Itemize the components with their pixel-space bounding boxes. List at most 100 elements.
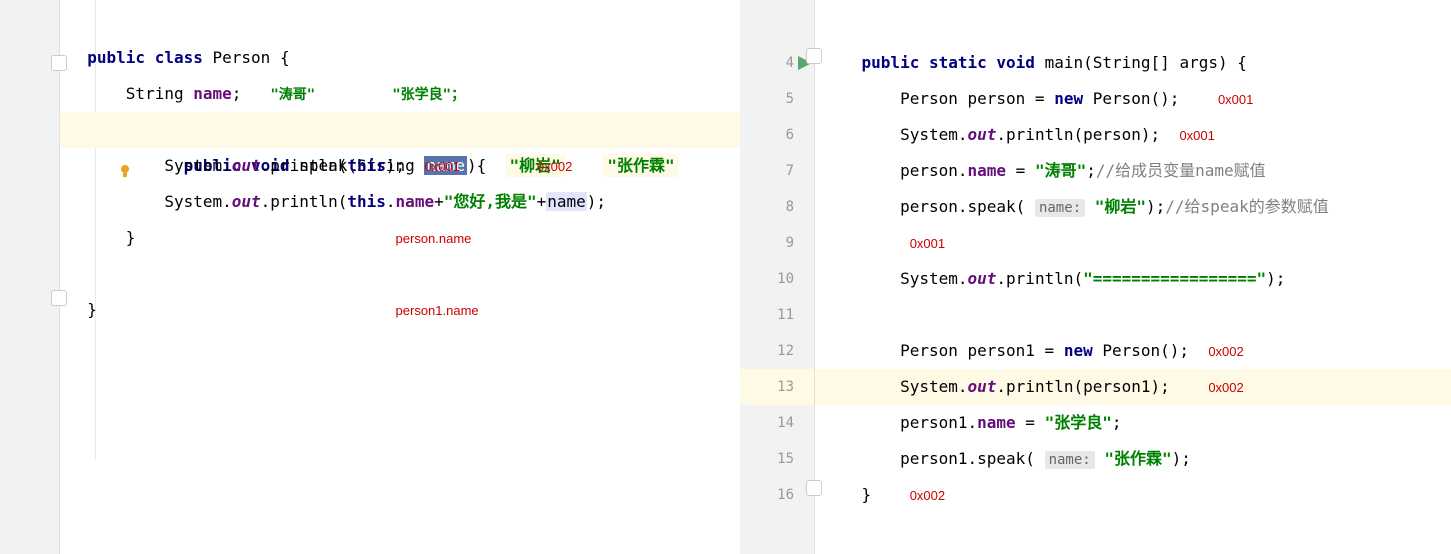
param-hint: name: [1035,199,1085,217]
println-call: .println(person1); [996,377,1169,396]
string-zhangzuolin: "张作霖" [1104,449,1171,468]
code-line[interactable] [815,297,1451,333]
comment-2: //给speak的参数赋值 [1165,197,1328,216]
person-decl: Person person = [900,89,1054,108]
paren-semi: ); [1146,197,1165,216]
line-number-5: 5 [740,81,814,117]
close-brace: } [862,485,872,504]
plus-op: + [537,192,547,211]
line-number-8: 8 [740,189,814,225]
code-line[interactable]: System.out.println(person); 0x001 [815,117,1451,153]
system-text: System. [164,192,231,211]
param-hint: name: [1045,451,1095,469]
addr-annotation: 0x001 [910,236,945,251]
code-line[interactable]: String name; "涛哥" "张学良"； [60,76,740,112]
addr-annotation: 0x002 [1208,380,1243,395]
code-line[interactable]: person.speak( name: "柳岩");//给speak的参数赋值 [815,189,1451,225]
speak-call: person1.speak( [900,449,1035,468]
code-line[interactable]: System.out.println(this); 0x001 0x002 [60,148,740,184]
println-text: .println( [261,156,348,175]
class-name: Person { [213,48,290,67]
code-line[interactable]: Person person1 = new Person(); 0x002 [815,333,1451,369]
code-line[interactable]: } 0x002 [815,477,1451,513]
code-line[interactable]: System.out.println(this.name+"您好,我是"+nam… [60,184,740,220]
addr-annotation: 0x001 [424,159,459,174]
param-usage: name [546,192,587,211]
code-line[interactable]: Person person = new Person(); 0x001 [815,81,1451,117]
plus-op: + [434,192,444,211]
close-brace: } [87,300,97,319]
code-line[interactable]: person1.name = "张学良"; [815,405,1451,441]
code-line[interactable]: person.name = "涛哥";//给成员变量name赋值 [815,153,1451,189]
system-text: System. [900,125,967,144]
code-line-highlighted[interactable]: System.out.println(person1); 0x002 [815,369,1451,405]
out-field: out [968,377,997,396]
line-number-7: 7 [740,153,814,189]
out-field: out [968,269,997,288]
line-number-14: 14 [740,405,814,441]
person1-name-label: person1.name [396,303,479,318]
type-string: String [126,84,184,103]
main-method: main(String[] args) { [1045,53,1247,72]
left-code-area[interactable]: public class Person { String name; "涛哥" … [60,0,740,554]
system-text: System. [900,269,967,288]
paren-semi: ); [1172,449,1191,468]
addr-annotation: 0x002 [537,159,572,174]
keyword-public: public [87,48,145,67]
keyword-this: this [347,156,386,175]
eq: = [1006,161,1035,180]
println-text: .println( [261,192,348,211]
eq: = [1016,413,1045,432]
code-line[interactable]: System.out.println("================="); [815,261,1451,297]
system-text: System. [900,377,967,396]
right-editor-pane: 4 5 6 7 8 9 10 11 12 13 14 15 16 public … [740,0,1451,554]
line-number-10: 10 [740,261,814,297]
field-name: name [193,84,232,103]
addr-annotation: 0x001 [1218,92,1253,107]
system-text: System. [164,156,231,175]
dot: . [386,192,396,211]
line-number-15: 15 [740,441,814,477]
semi: ; [1112,413,1122,432]
string-zhangxueliang: "张学良" [1045,413,1112,432]
out-field: out [232,156,261,175]
keyword-this: this [347,192,386,211]
code-line[interactable]: } person1.name [60,292,740,328]
println-call: .println( [996,269,1083,288]
line-number-4: 4 [740,45,814,81]
line-number-11: 11 [740,297,814,333]
paren-semi: ); [1266,269,1285,288]
out-field: out [232,192,261,211]
person1-decl: Person person1 = [900,341,1064,360]
annotation-zhangxueliang: "张学良"； [392,87,465,103]
string-literal: "您好,我是" [444,192,537,211]
person-ctor: Person(); [1083,89,1179,108]
keyword-class: class [155,48,203,67]
left-editor-pane: public class Person { String name; "涛哥" … [0,0,740,554]
line-number-9: 9 [740,225,814,261]
addr-annotation: 0x001 [1179,128,1214,143]
field-name: name [977,413,1016,432]
line-number-13: 13 [740,369,814,405]
person-dot: person. [900,161,967,180]
speak-call: person.speak( [900,197,1025,216]
right-code-area[interactable]: public static void main(String[] args) {… [815,0,1451,554]
person-name-label: person.name [396,231,472,246]
keyword-new: new [1054,89,1083,108]
code-line[interactable]: } person.name [60,220,740,256]
close-brace: } [126,228,136,247]
code-line[interactable]: person1.speak( name: "张作霖"); [815,441,1451,477]
keyword-void: void [996,53,1035,72]
code-line[interactable]: 0x001 [815,225,1451,261]
code-line[interactable]: public static void main(String[] args) { [815,45,1451,81]
person1-dot: person1. [900,413,977,432]
keyword-static: static [929,53,987,72]
string-taoge: "涛哥" [1035,161,1086,180]
code-line-highlighted[interactable]: public void speak(String name){ "柳岩" "张作… [60,112,740,148]
addr-annotation: 0x002 [910,488,945,503]
code-line[interactable] [60,256,740,292]
keyword-public: public [862,53,920,72]
paren-semi: ); [386,156,405,175]
left-gutter [0,0,60,554]
code-line[interactable]: public class Person { [60,40,740,76]
